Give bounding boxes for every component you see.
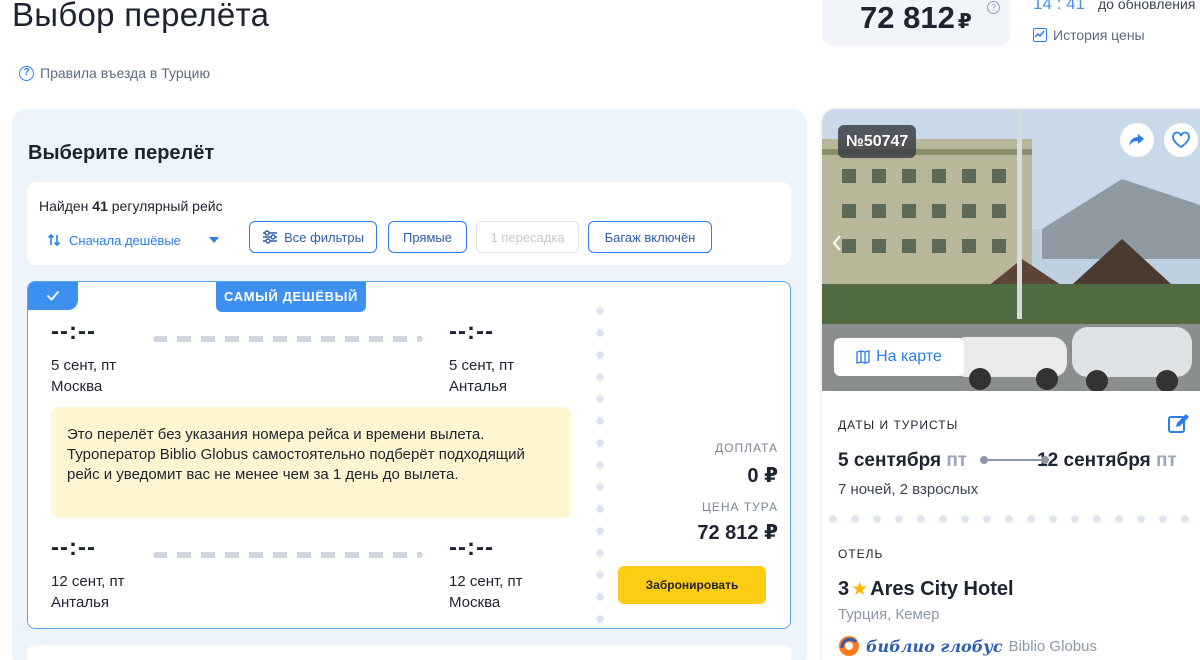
surcharge-value: 0 ₽ [747, 465, 778, 487]
tour-number-badge: №50747 [838, 125, 917, 158]
outbound-arr-info: 5 сент, пт Анталья [449, 357, 515, 395]
all-filters-button[interactable]: Все фильтры [249, 221, 377, 253]
page-title: Выбор перелёта [12, 0, 270, 33]
flight-notice: Это перелёт без указания номера рейса и … [51, 407, 571, 518]
card-divider [596, 300, 604, 628]
share-icon [1129, 134, 1144, 146]
sort-label: Сначала дешёвые [69, 232, 181, 248]
chart-icon [1033, 28, 1047, 42]
operator-logo-icon [839, 636, 859, 656]
check-icon [46, 290, 59, 301]
one-stop-filter-button[interactable]: 1 пересадка [476, 221, 579, 253]
dates-label: ДАТЫ И ТУРИСТЫ [838, 418, 959, 432]
panel-divider [822, 515, 1200, 523]
section-title: Выберите перелёт [28, 142, 215, 164]
hotel-label: ОТЕЛЬ [838, 547, 884, 561]
cheapest-badge: САМЫЙ ДЕШЁВЫЙ [216, 282, 366, 312]
update-timer: 14 : 41 [1033, 0, 1085, 13]
hotel-photo[interactable]: №50747 На карте [822, 109, 1200, 391]
tour-price-label: ЦЕНА ТУРА [701, 500, 778, 514]
total-price-box: 72 812 ₽ ? [822, 0, 1010, 46]
heart-icon [1172, 131, 1190, 149]
selected-check-tab [28, 282, 78, 310]
next-flight-card[interactable] [27, 645, 791, 660]
total-price: 72 812 ₽ [860, 0, 972, 35]
outbound-route-line [153, 336, 423, 342]
map-icon [856, 350, 870, 364]
edit-dates-button[interactable] [1166, 411, 1192, 437]
book-button[interactable]: Забронировать [618, 566, 766, 604]
outbound-arr-time: --:-- [449, 318, 494, 345]
sort-dropdown[interactable]: Сначала дешёвые [39, 225, 225, 255]
found-flights-text: Найден 41 регулярный рейс [39, 198, 223, 214]
return-route-line [153, 552, 423, 558]
baggage-filter-button[interactable]: Багаж включён [588, 221, 712, 253]
outbound-dep-time: --:-- [51, 318, 96, 345]
price-history-link[interactable]: История цены [1033, 27, 1145, 43]
tour-dates: 5 сентября пт 12 сентября пт [838, 450, 1177, 471]
filter-bar: Найден 41 регулярный рейс Сначала дешёвы… [27, 182, 791, 265]
return-dep-time: --:-- [51, 534, 96, 561]
surcharge-label: ДОПЛАТА [715, 441, 778, 455]
hotel-summary-panel: №50747 На карте ДАТЫ И ТУРИСТЫ 5 сентябр… [822, 109, 1200, 660]
update-timer-label: до обновления [1098, 0, 1196, 12]
on-map-button[interactable]: На карте [834, 338, 964, 376]
hotel-location: Турция, Кемер [838, 606, 940, 623]
entry-rules-link[interactable]: ? Правила въезда в Турцию [19, 65, 210, 81]
tour-operator: библио глобус Biblio Globus [838, 635, 1097, 657]
return-dep-info: 12 сент, пт Анталья [51, 573, 125, 611]
nights-and-guests: 7 ночей, 2 взрослых [838, 481, 979, 498]
operator-name: Biblio Globus [1008, 637, 1097, 655]
date-range-dot-end [1041, 456, 1049, 464]
share-button[interactable] [1120, 123, 1154, 157]
sliders-icon [263, 230, 278, 244]
star-icon: ★ [851, 579, 869, 600]
edit-icon [1168, 414, 1189, 433]
favorite-button[interactable] [1164, 123, 1198, 157]
flight-option-card[interactable]: САМЫЙ ДЕШЁВЫЙ --:-- --:-- 5 сент, пт Мос… [27, 281, 791, 629]
chevron-left-icon[interactable] [832, 235, 842, 251]
flight-selection-panel: Выберите перелёт Найден 41 регулярный ре… [12, 109, 807, 660]
operator-logo-text: библио глобус [866, 636, 1003, 656]
date-range-line [982, 459, 1044, 461]
return-arr-time: --:-- [449, 534, 494, 561]
return-arr-info: 12 сент, пт Москва [449, 573, 523, 611]
question-circle-icon: ? [19, 65, 34, 81]
chevron-down-icon [209, 237, 219, 243]
outbound-dep-info: 5 сент, пт Москва [51, 357, 117, 395]
price-help-icon[interactable]: ? [987, 1, 1000, 14]
hotel-name[interactable]: 3 ★ Ares City Hotel [838, 578, 1014, 601]
tour-price-value: 72 812 ₽ [697, 522, 778, 544]
entry-rules-label: Правила въезда в Турцию [40, 65, 210, 81]
direct-filter-button[interactable]: Прямые [388, 221, 467, 253]
price-history-label: История цены [1053, 27, 1145, 43]
sort-arrows-icon [47, 233, 61, 247]
